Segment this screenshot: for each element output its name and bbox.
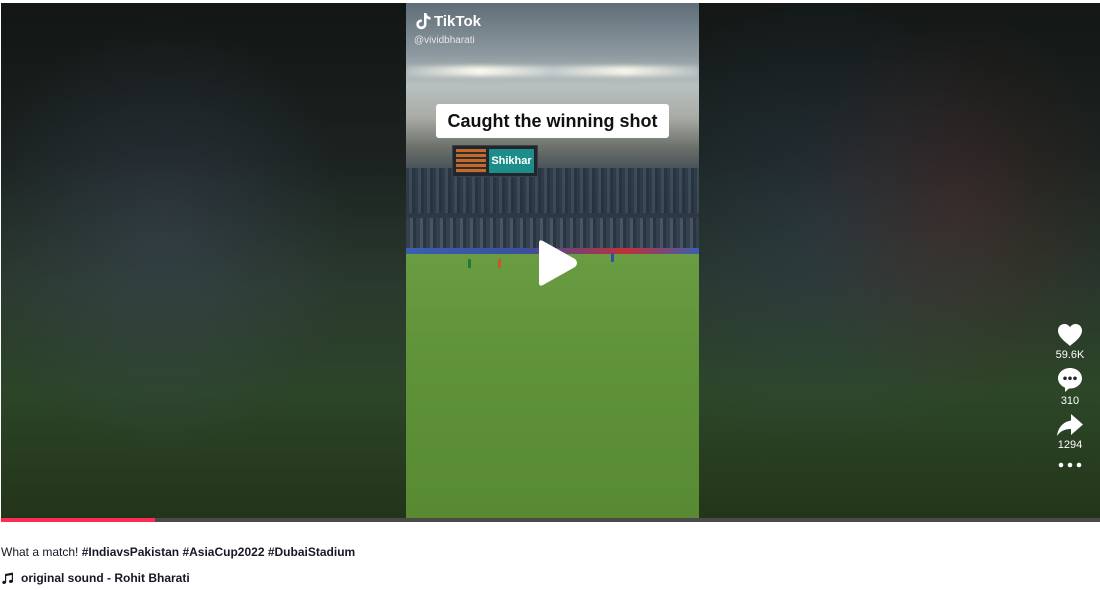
scoreboard-player-name: Shikhar [489,149,534,173]
hashtag-link[interactable]: #IndiavsPakistan [82,545,179,559]
like-button[interactable]: 59.6K [1050,323,1090,361]
comment-count: 310 [1060,395,1080,407]
cricketer-figure [498,259,501,268]
video-progress-fill [1,518,155,522]
cricket-field [406,254,699,522]
action-bar: 59.6K 310 1294 [1050,323,1090,475]
tiktok-note-icon [416,13,431,30]
tiktok-watermark: TikTok [415,12,481,30]
description-text: What a match! [1,545,79,559]
cricketer-figure [468,259,471,268]
creator-handle: @vividbharati [414,35,475,46]
like-count: 59.6K [1055,349,1085,361]
play-button[interactable] [533,238,579,288]
share-count: 1294 [1057,439,1083,451]
music-note-icon [2,572,14,584]
hashtag-link[interactable]: #DubaiStadium [268,545,355,559]
heart-icon [1058,324,1082,346]
play-icon [539,240,577,286]
blurred-background-right [699,3,1100,522]
more-options-button[interactable] [1050,461,1090,469]
video-description: What a match! #IndiavsPakistan #AsiaCup2… [1,545,355,559]
stadium-crowd-upper [406,168,699,213]
video-caption-sticker: Caught the winning shot [436,104,669,138]
video-progress-bar[interactable] [1,518,1100,522]
cricketer-figure [611,253,614,262]
stadium-scoreboard: Shikhar [452,145,538,177]
share-button[interactable]: 1294 [1050,413,1090,451]
hashtag-link[interactable]: #AsiaCup2022 [182,545,264,559]
stadium-floodlights [406,66,699,76]
blurred-background-left [1,3,406,522]
share-arrow-icon [1057,414,1083,436]
comment-button[interactable]: 310 [1050,367,1090,407]
music-link[interactable]: original sound - Rohit Bharati [2,571,190,585]
comment-icon [1058,368,1082,392]
scoreboard-score-panel [456,149,486,173]
music-title: original sound - Rohit Bharati [21,571,190,585]
tiktok-brand-text: TikTok [434,12,481,30]
more-dots-icon [1058,462,1082,468]
